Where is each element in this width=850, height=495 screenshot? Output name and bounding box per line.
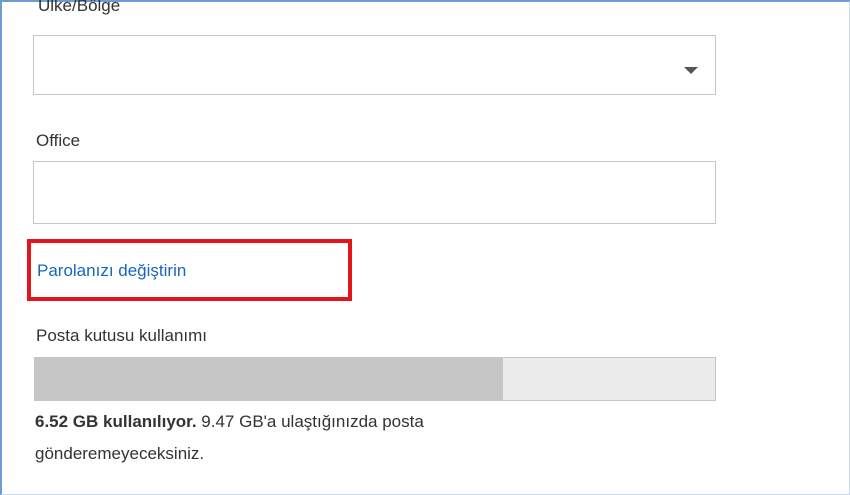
change-password-link[interactable]: Parolanızı değiştirin xyxy=(37,261,186,281)
mailbox-usage-bar xyxy=(34,357,716,401)
mailbox-usage-fill xyxy=(35,358,504,400)
mailbox-usage-text: 6.52 GB kullanılıyor. 9.47 GB'a ulaştığı… xyxy=(35,406,595,470)
office-input[interactable] xyxy=(33,161,716,224)
profile-panel: Ülke/Bölge Office Parolanızı değiştirin … xyxy=(0,0,850,495)
used-amount-text: 6.52 GB kullanılıyor. xyxy=(35,412,197,431)
country-region-dropdown[interactable] xyxy=(33,35,716,95)
office-label: Office xyxy=(36,131,81,150)
mailbox-usage-label: Posta kutusu kullanımı xyxy=(36,326,208,345)
chevron-down-icon[interactable] xyxy=(684,67,698,74)
country-region-label: Ülke/Bölge xyxy=(38,0,121,15)
